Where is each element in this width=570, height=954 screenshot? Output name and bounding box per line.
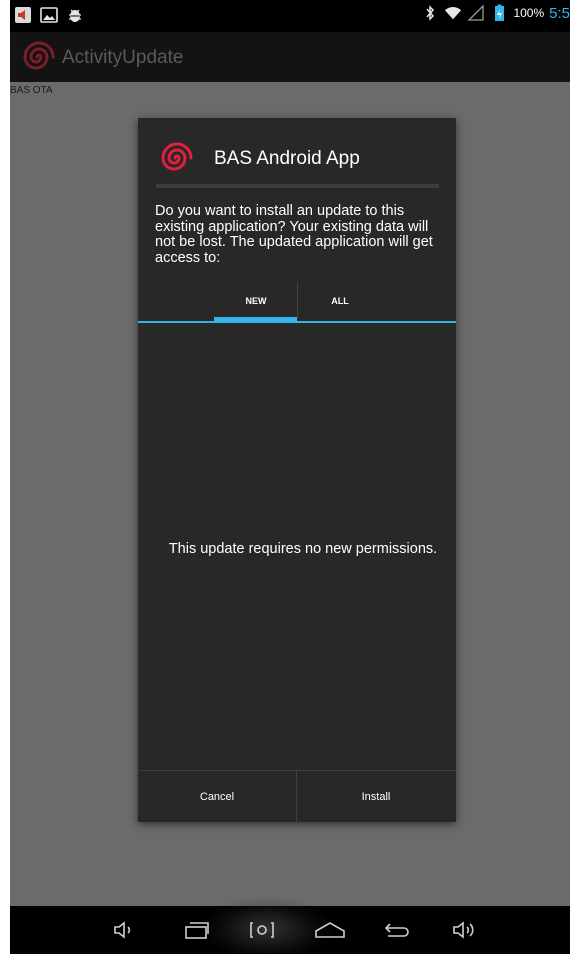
volume-up-icon[interactable]: [448, 916, 482, 944]
install-button[interactable]: Install: [297, 771, 455, 823]
tabs-underline: [138, 321, 456, 323]
permissions-message: This update requires no new permissions.: [168, 541, 438, 557]
title-divider: [156, 184, 439, 188]
device-screen: 100% 5:5 ActivityUpdate BAS OTA BAS Andr…: [10, 0, 570, 954]
battery-charging-icon: [490, 4, 508, 22]
bluetooth-icon: [421, 4, 439, 22]
dialog-message: Do you want to install an update to this…: [155, 203, 433, 266]
wifi-icon: [444, 4, 462, 22]
install-update-dialog: BAS Android App Do you want to install a…: [138, 118, 456, 823]
tab-all[interactable]: ALL: [298, 281, 382, 321]
recent-apps-icon[interactable]: [180, 916, 214, 944]
cancel-button[interactable]: Cancel: [138, 771, 296, 823]
ota-label: BAS OTA: [10, 85, 53, 96]
dialog-title: BAS Android App: [214, 148, 360, 169]
navigation-bar: [10, 898, 570, 954]
screenshot-icon[interactable]: [245, 916, 279, 944]
status-bar: 100% 5:5: [10, 0, 570, 32]
action-bar: ActivityUpdate: [10, 32, 570, 82]
battery-percent: 100%: [513, 6, 545, 20]
app-logo-icon: [160, 141, 194, 175]
activity-title: ActivityUpdate: [62, 47, 184, 68]
sound-notification-icon: [14, 6, 32, 24]
signal-icon: [467, 4, 485, 22]
system-status-icons: 100% 5:5: [421, 4, 570, 22]
back-icon[interactable]: [381, 916, 415, 944]
android-debug-icon: [66, 6, 84, 24]
dialog-button-bar: Cancel Install: [138, 770, 456, 823]
volume-down-icon[interactable]: [107, 916, 141, 944]
tab-new[interactable]: NEW: [214, 281, 298, 321]
home-icon[interactable]: [313, 916, 347, 944]
image-notification-icon: [40, 6, 58, 24]
permission-tabs: NEW ALL: [138, 281, 456, 323]
app-logo-icon[interactable]: [22, 40, 56, 74]
notification-icons: [14, 6, 84, 24]
clock: 5:5: [549, 4, 570, 22]
